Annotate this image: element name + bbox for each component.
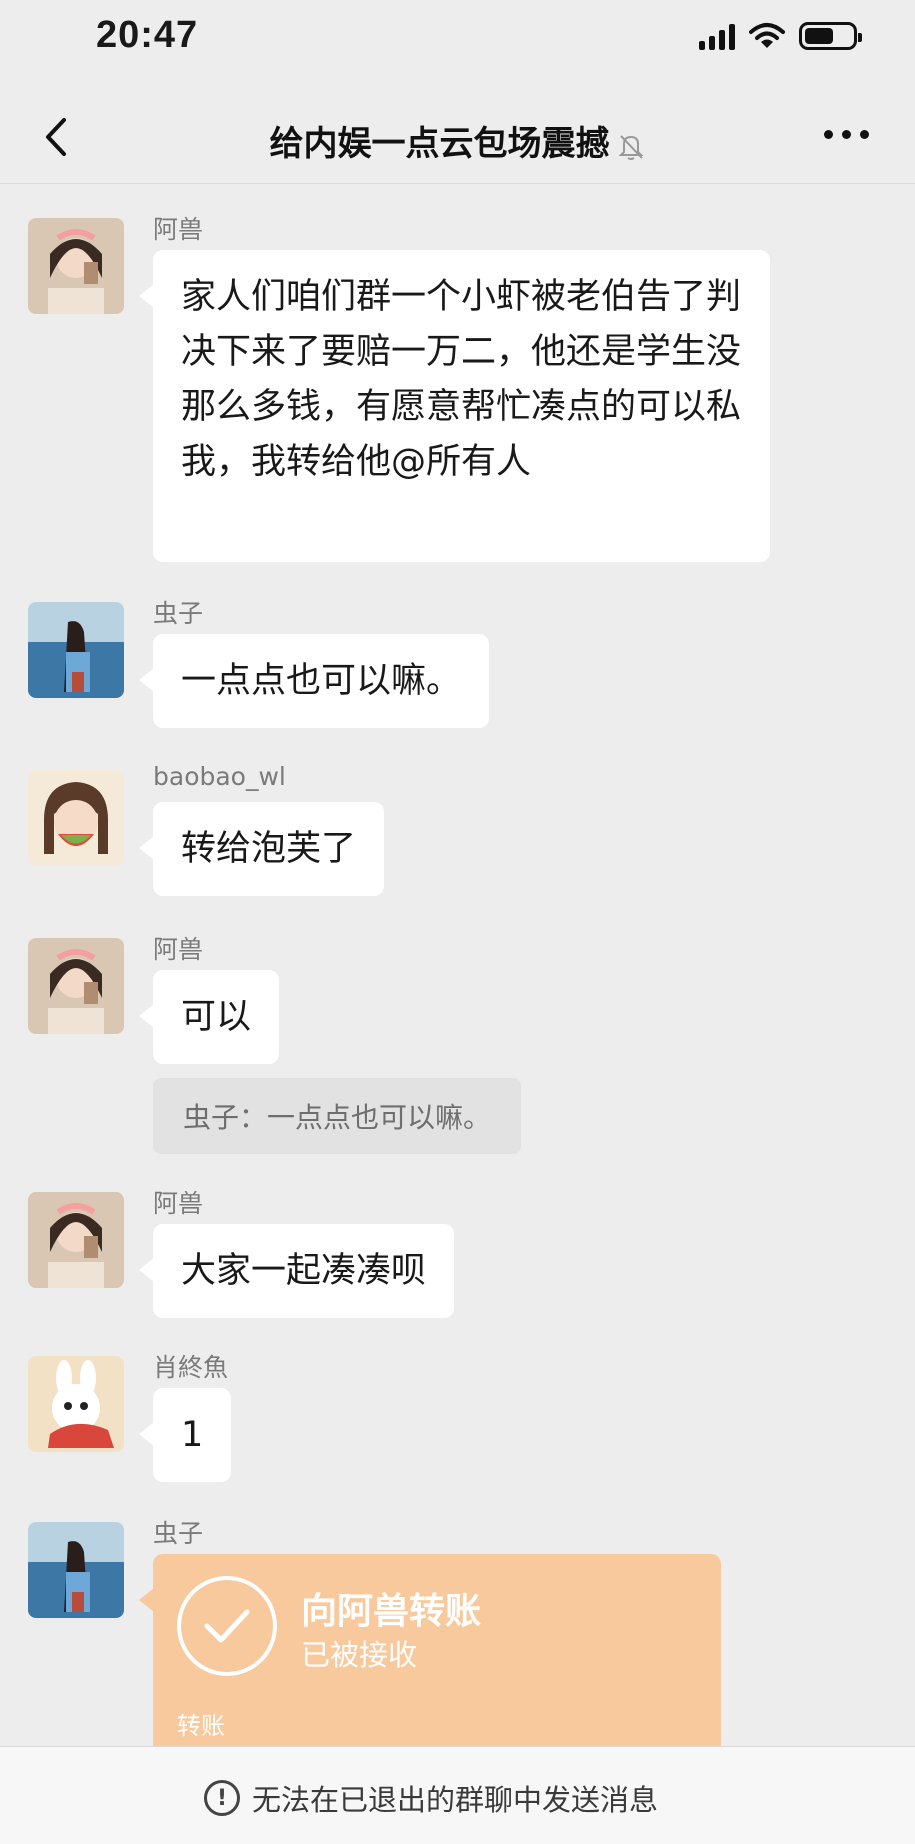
- sender-name: 阿兽: [153, 1189, 204, 1218]
- chat-messages[interactable]: 阿兽 家人们咱们群一个小虾被老伯告了判决下来了要赔一万二，他还是学生没那么多钱，…: [0, 186, 915, 1746]
- avatar[interactable]: [28, 1192, 124, 1288]
- message-bubble[interactable]: 1: [138, 1388, 232, 1482]
- exit-notice-text: 无法在已退出的群聊中发送消息: [252, 1783, 659, 1817]
- check-circle-icon: [177, 1576, 277, 1676]
- avatar[interactable]: [28, 1522, 124, 1618]
- input-disabled-bar: ! 无法在已退出的群聊中发送消息: [0, 1746, 915, 1844]
- avatar[interactable]: [28, 218, 124, 314]
- avatar[interactable]: [28, 602, 124, 698]
- transfer-footer: 转账: [177, 1712, 225, 1740]
- status-icons: [699, 22, 862, 50]
- sender-name: 虫子: [153, 1519, 204, 1548]
- transfer-card[interactable]: 向阿兽转账 已被接收 转账: [139, 1554, 721, 1746]
- ellipsis-icon: [824, 130, 833, 139]
- message-bubble[interactable]: 可以: [138, 970, 280, 1064]
- avatar[interactable]: [28, 1356, 124, 1452]
- transfer-title: 向阿兽转账: [301, 1591, 482, 1632]
- message-bubble[interactable]: 大家一起凑凑呗: [138, 1224, 455, 1318]
- status-time: 20:47: [96, 14, 199, 56]
- bell-off-icon: [618, 134, 643, 160]
- message-bubble[interactable]: 一点点也可以嘛。: [138, 634, 490, 728]
- sender-name: 阿兽: [153, 215, 204, 244]
- chat-title: 给内娱一点云包场震撼: [0, 116, 915, 165]
- sender-name: baobao_wl: [153, 762, 286, 791]
- signal-icon: [699, 22, 735, 50]
- sender-name: 肖終魚: [153, 1353, 229, 1382]
- avatar[interactable]: [28, 938, 124, 1034]
- wifi-icon: [749, 23, 785, 48]
- message-bubble[interactable]: 家人们咱们群一个小虾被老伯告了判决下来了要赔一万二，他还是学生没那么多钱，有愿意…: [139, 250, 770, 562]
- chat-title-text: 给内娱一点云包场震撼: [269, 124, 610, 164]
- message-bubble[interactable]: 转给泡芙了: [138, 802, 385, 896]
- more-options-button[interactable]: [824, 130, 869, 139]
- battery-icon: [799, 22, 862, 50]
- exit-notice: ! 无法在已退出的群聊中发送消息: [204, 1777, 658, 1819]
- transfer-status: 已被接收: [301, 1638, 418, 1672]
- sender-name: 虫子: [153, 599, 204, 628]
- avatar[interactable]: [28, 770, 124, 866]
- quoted-message[interactable]: 虫子：一点点也可以嘛。: [153, 1078, 522, 1154]
- status-bar: 20:47: [0, 0, 915, 80]
- warning-icon: !: [204, 1780, 240, 1816]
- chat-header: 给内娱一点云包场震撼: [0, 96, 915, 184]
- sender-name: 阿兽: [153, 935, 204, 964]
